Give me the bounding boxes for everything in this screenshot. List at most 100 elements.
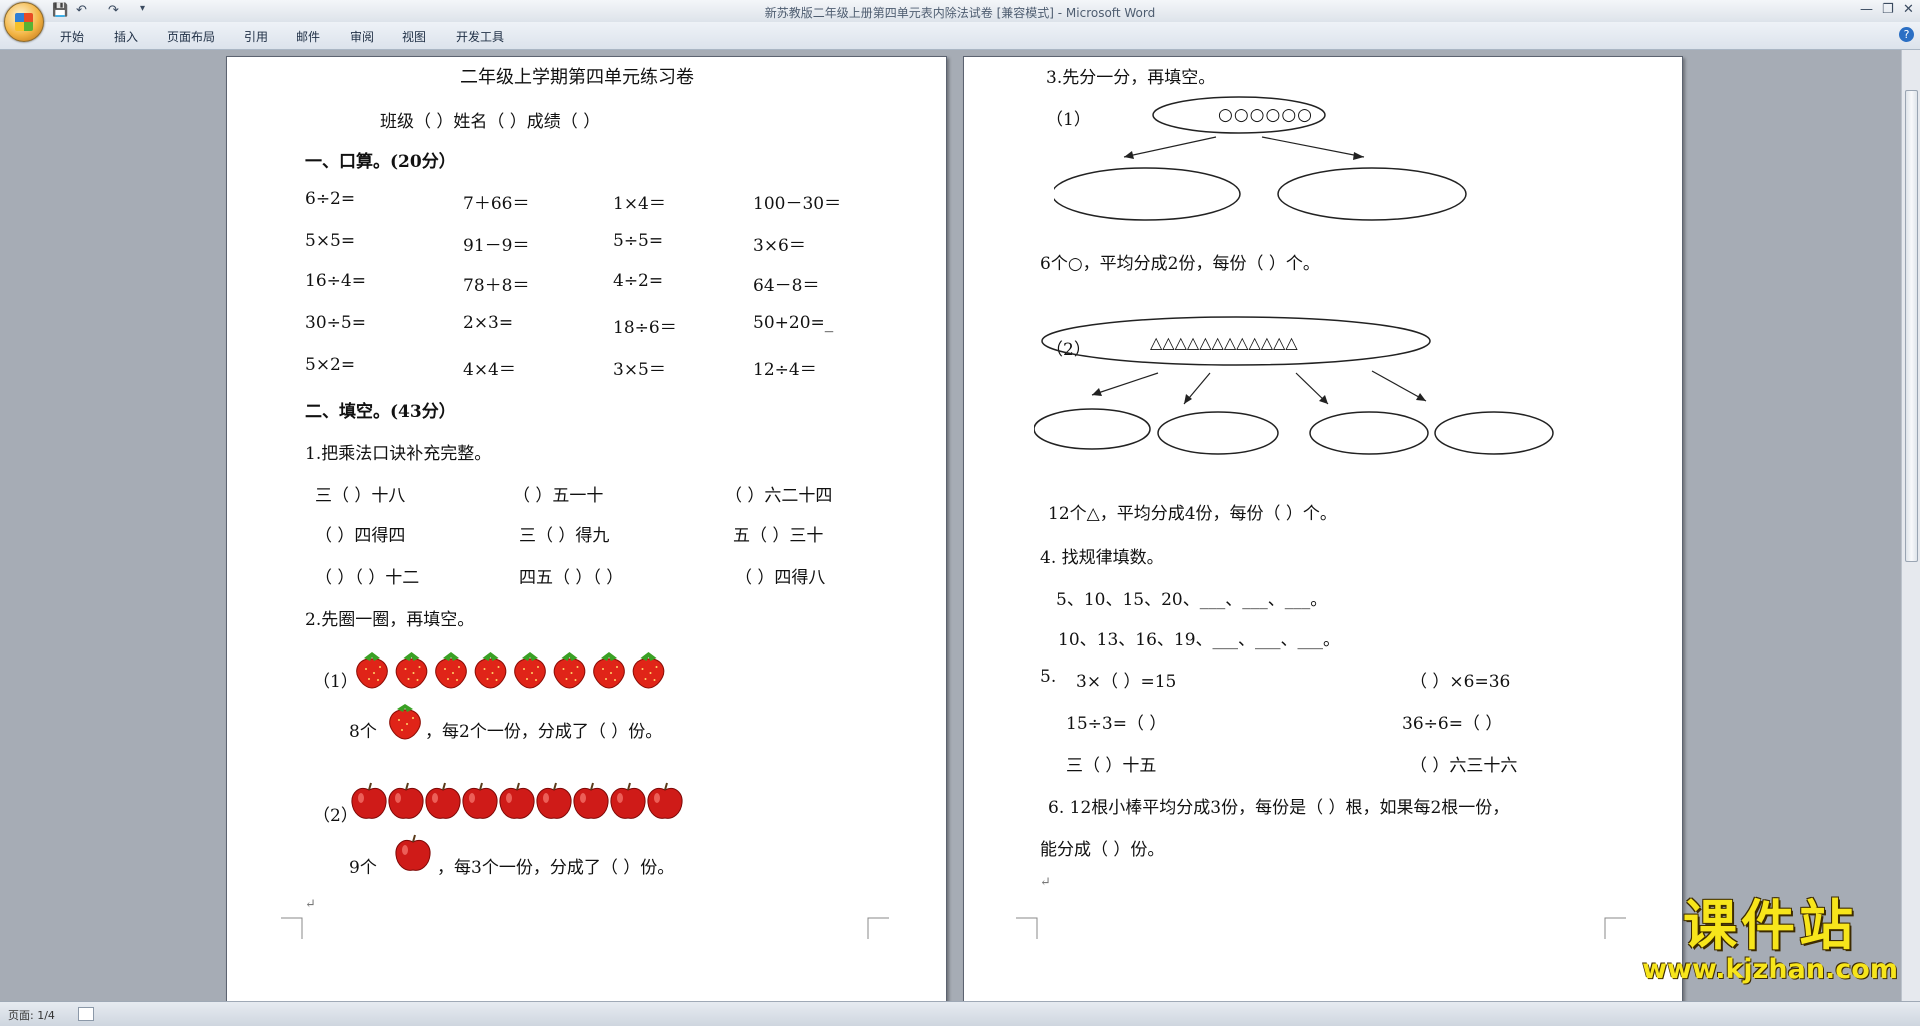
calc-3-1[interactable]: 16÷4= (305, 271, 366, 291)
verse-2-2[interactable]: 三（ ）得九 (519, 521, 609, 546)
sequence-1[interactable]: 5、10、15、20、___、___、___。 (1056, 585, 1327, 610)
q5-1-1[interactable]: 3×（ ）=15 (1076, 667, 1176, 692)
calc-3-3[interactable]: 4÷2= (613, 271, 663, 291)
paragraph-mark: ↵ (305, 897, 316, 912)
q3-part1-question[interactable]: 6个○，平均分成2份，每份（ ）个。 (1040, 249, 1320, 274)
strawberry-row (356, 652, 665, 689)
strawberry-icon (474, 652, 507, 689)
calc-1-4[interactable]: 100－30＝ (753, 189, 841, 214)
question-3[interactable]: 3.先分一分，再填空。 (1046, 63, 1215, 88)
calc-4-2[interactable]: 2×3= (463, 313, 513, 333)
calc-4-3[interactable]: 18÷6＝ (613, 313, 677, 338)
verse-1-1[interactable]: 三（ ）十八 (315, 481, 405, 506)
question-1[interactable]: 1.把乘法口诀补充完整。 (305, 439, 491, 464)
strawberry-icon (632, 652, 665, 689)
verse-2-3[interactable]: 五（ ）三十 (733, 521, 823, 546)
verse-3-3[interactable]: （ ）四得八 (735, 563, 825, 588)
apple-row (351, 782, 683, 819)
calc-2-4[interactable]: 3×6＝ (753, 231, 806, 256)
strawberry-icon (514, 652, 546, 689)
calc-4-1[interactable]: 30÷5= (305, 313, 366, 333)
strawberry-icon (356, 652, 388, 689)
page-counter[interactable]: 页面: 1/4 (8, 1007, 55, 1023)
calc-1-1[interactable]: 6÷2= (305, 189, 355, 209)
status-bar: 页面: 1/4 (0, 1001, 1920, 1026)
calc-2-1[interactable]: 5×5= (305, 231, 355, 251)
page-1: 二年级上学期第四单元练习卷 班级（ ）姓名（ ）成绩（ ） 一、口算。(20分）… (226, 56, 947, 1001)
q5-2-1[interactable]: 15÷3=（ ） (1066, 709, 1166, 734)
section-1-heading[interactable]: 一、口算。(20分） (305, 147, 456, 172)
verse-1-2[interactable]: （ ）五一十 (513, 481, 603, 506)
q2-part2-text[interactable]: ，每3个一份，分成了（ ）份。 (437, 853, 674, 878)
apple-icon (388, 782, 424, 819)
minimize-button[interactable]: — (1860, 2, 1873, 17)
close-button[interactable]: ✕ (1903, 2, 1914, 17)
calc-2-3[interactable]: 5÷5= (613, 231, 663, 251)
calc-4-4[interactable]: 50+20=_ (753, 313, 833, 333)
calc-3-4[interactable]: 64－8＝ (753, 271, 819, 296)
verse-3-2[interactable]: 四五（ ）（ ） (519, 563, 623, 588)
question-2[interactable]: 2.先圈一圈，再填空。 (305, 605, 474, 630)
apple-inline-icon (395, 834, 431, 871)
question-6-line1[interactable]: 6. 12根小棒平均分成3份，每份是（ ）根，如果每2根一份， (1048, 793, 1509, 818)
apple-icon (351, 782, 387, 819)
q3-triangles[interactable]: △△△△△△△△△△△△ (1150, 333, 1298, 352)
crop-mark-icon (1016, 917, 1038, 939)
tab-view[interactable]: 视图 (402, 28, 426, 45)
tab-references[interactable]: 引用 (244, 28, 268, 45)
apple-icon (573, 782, 609, 819)
tab-home[interactable]: 开始 (60, 28, 84, 45)
q5-1-2[interactable]: （ ）×6=36 (1410, 667, 1510, 692)
calc-1-3[interactable]: 1×4＝ (613, 189, 666, 214)
calc-5-4[interactable]: 12÷4＝ (753, 355, 817, 380)
section-2-heading[interactable]: 二、填空。(43分） (305, 397, 456, 422)
q2-part1-label[interactable]: （1） (313, 667, 358, 692)
q2-part1-count[interactable]: 8个 (349, 717, 377, 742)
scrollbar-thumb[interactable] (1905, 90, 1918, 562)
calc-5-3[interactable]: 3×5＝ (613, 355, 666, 380)
calc-3-2[interactable]: 78＋8＝ (463, 271, 529, 296)
office-button[interactable] (4, 2, 44, 42)
q5-3-2[interactable]: （ ）六三十六 (1410, 751, 1517, 776)
window-title: 新苏教版二年级上册第四单元表内除法试卷 [兼容模式] - Microsoft W… (764, 6, 1156, 20)
calc-5-2[interactable]: 4×4＝ (463, 355, 516, 380)
help-icon[interactable]: ? (1899, 27, 1914, 42)
question-4[interactable]: 4. 找规律填数。 (1040, 543, 1164, 568)
tab-review[interactable]: 审阅 (350, 28, 374, 45)
q5-3-1[interactable]: 三（ ）十五 (1066, 751, 1156, 776)
tab-page-layout[interactable]: 页面布局 (167, 28, 215, 45)
verse-1-3[interactable]: （ ）六二十四 (725, 481, 832, 506)
q2-part1-text[interactable]: ，每2个一份，分成了（ ）份。 (425, 717, 662, 742)
maximize-button[interactable]: ❐ (1882, 2, 1894, 17)
crop-mark-icon (281, 917, 303, 939)
q5-2-2[interactable]: 36÷6=（ ） (1402, 709, 1502, 734)
proofing-icon[interactable] (78, 1007, 94, 1021)
question-5-label[interactable]: 5. (1040, 667, 1056, 687)
student-info[interactable]: 班级（ ）姓名（ ）成绩（ ） (380, 107, 600, 132)
tab-insert[interactable]: 插入 (114, 28, 138, 45)
crop-mark-icon (1604, 917, 1626, 939)
verse-2-1[interactable]: （ ）四得四 (315, 521, 405, 546)
vertical-scrollbar[interactable] (1901, 50, 1920, 1001)
strawberry-inline-icon (389, 704, 421, 740)
q3-circles[interactable]: ○○○○○○ (1218, 105, 1313, 125)
question-6-line2[interactable]: 能分成（ ）份。 (1040, 835, 1164, 860)
office-logo-icon (15, 13, 33, 31)
doc-title[interactable]: 二年级上学期第四单元练习卷 (460, 63, 694, 89)
apple-icon (462, 782, 498, 819)
strawberry-icon (435, 652, 467, 689)
verse-3-1[interactable]: （ ）（ ）十二 (315, 563, 419, 588)
calc-5-1[interactable]: 5×2= (305, 355, 355, 375)
apple-icon (425, 782, 461, 819)
tab-mailings[interactable]: 邮件 (296, 28, 320, 45)
q2-part2-count[interactable]: 9个 (349, 853, 377, 878)
apple-icon (610, 782, 646, 819)
strawberry-icon (553, 652, 586, 689)
tab-developer[interactable]: 开发工具 (456, 28, 504, 45)
crop-mark-icon (867, 917, 889, 939)
sequence-2[interactable]: 10、13、16、19、___、___、___。 (1058, 625, 1340, 650)
calc-1-2[interactable]: 7＋66＝ (463, 189, 529, 214)
watermark-url: www.kjzhan.com (1642, 954, 1898, 985)
q3-part2-question[interactable]: 12个△，平均分成4份，每份（ ）个。 (1048, 499, 1337, 524)
calc-2-2[interactable]: 91－9＝ (463, 231, 529, 256)
